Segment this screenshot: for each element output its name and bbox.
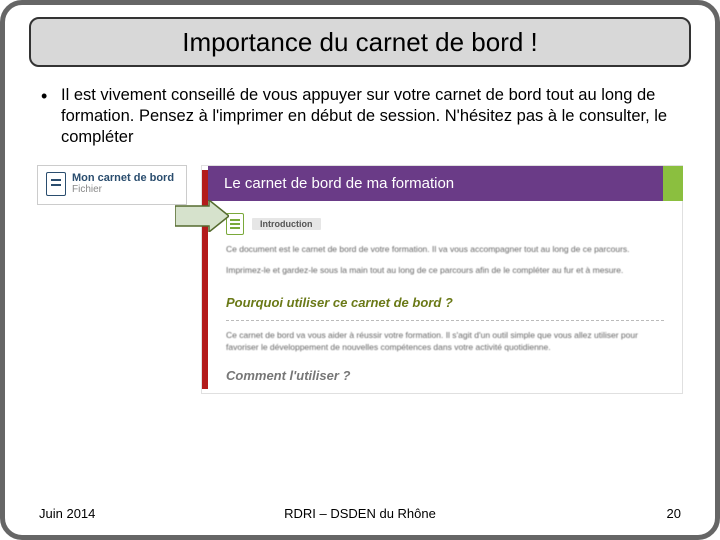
intro-paragraph-2: Imprimez-le et gardez-le sous la main to… — [226, 264, 664, 277]
slide-title: Importance du carnet de bord ! — [182, 27, 538, 58]
page-header-corner — [663, 166, 683, 201]
question-1-body: Ce carnet de bord va vous aider à réussi… — [226, 329, 664, 355]
bullet-item: Il est vivement conseillé de vous appuye… — [39, 85, 681, 148]
file-card-title: Mon carnet de bord — [72, 172, 174, 184]
file-card-subtitle: Fichier — [72, 184, 174, 195]
question-1: Pourquoi utiliser ce carnet de bord ? — [226, 295, 664, 321]
bullet-list: Il est vivement conseillé de vous appuye… — [39, 85, 681, 148]
intro-label: Introduction — [252, 218, 321, 230]
file-icon — [46, 172, 66, 196]
file-card: Mon carnet de bord Fichier — [37, 165, 187, 205]
footer: Juin 2014 RDRI – DSDEN du Rhône 20 — [39, 506, 681, 521]
question-2: Comment l'utiliser ? — [226, 368, 664, 383]
screenshot-row: Mon carnet de bord Fichier Le carnet de … — [37, 165, 683, 394]
footer-center: RDRI – DSDEN du Rhône — [39, 506, 681, 521]
intro-paragraph-1: Ce document est le carnet de bord de vot… — [226, 243, 664, 256]
body: Il est vivement conseillé de vous appuye… — [39, 85, 681, 148]
arrow-icon — [175, 200, 229, 232]
title-bar: Importance du carnet de bord ! — [29, 17, 691, 67]
intro-section: Introduction — [226, 213, 664, 235]
page-header: Le carnet de bord de ma formation — [208, 166, 682, 201]
file-card-text: Mon carnet de bord Fichier — [72, 172, 174, 196]
page-header-text: Le carnet de bord de ma formation — [224, 175, 454, 192]
page-screenshot: Le carnet de bord de ma formation Introd… — [201, 165, 683, 394]
slide: Importance du carnet de bord ! Il est vi… — [0, 0, 720, 540]
